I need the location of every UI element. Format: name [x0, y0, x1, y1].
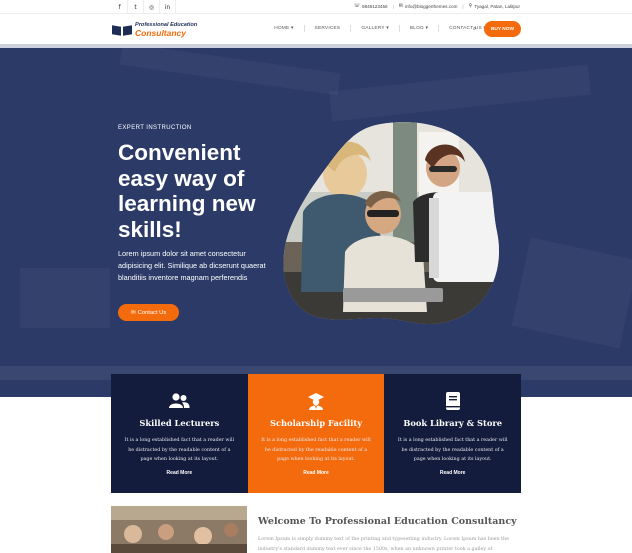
welcome-title: Welcome To Professional Education Consul…: [258, 516, 517, 527]
nav-divider: [350, 25, 352, 32]
features-row: Skilled Lecturers It is a long establish…: [111, 374, 522, 493]
read-more-link[interactable]: Read More: [248, 470, 385, 476]
feature-card-library: Book Library & Store It is a long establ…: [384, 374, 522, 493]
hero-description: Lorem ipsum dolor sit amet consectetur a…: [118, 249, 266, 282]
hero-bg-pattern: [20, 268, 110, 328]
facebook-icon[interactable]: f: [112, 0, 128, 14]
read-more-link[interactable]: Read More: [111, 470, 248, 476]
email-address[interactable]: info@bloggerthemes.com: [405, 4, 457, 9]
nav-divider: [303, 25, 305, 32]
open-book-icon: [112, 24, 132, 36]
location-pin-icon: ⚲: [468, 3, 473, 9]
site-logo[interactable]: Professional Education Consultancy: [112, 22, 197, 38]
welcome-image: [111, 506, 247, 553]
hero-photo: [283, 122, 500, 324]
nav-contact-us[interactable]: CONTACT US ▾: [449, 26, 486, 32]
logo-text: Professional Education Consultancy: [135, 22, 197, 38]
divider: |: [462, 3, 464, 9]
mail-icon: ✉: [130, 309, 136, 316]
nav-services[interactable]: SERVICES: [315, 26, 341, 32]
read-more-link[interactable]: Read More: [384, 470, 521, 476]
feature-text: It is a long established fact that a rea…: [397, 438, 508, 463]
phone-info: ☏ 9848123456: [354, 3, 388, 9]
feature-title: Book Library & Store: [403, 418, 503, 428]
book-icon: [384, 392, 521, 410]
email-info: ✉ info@bloggerthemes.com: [399, 3, 458, 9]
nav-gallery[interactable]: GALLERY ▾: [361, 26, 389, 32]
address: Tyagal, Patan, Lalitpur: [474, 3, 520, 9]
logo-line-2: Consultancy: [135, 27, 187, 38]
nav-divider: [398, 25, 400, 32]
feature-card-scholarship: Scholarship Facility It is a long establ…: [247, 374, 385, 493]
main-nav: HOME ▾ SERVICES GALLERY ▾ BLOG ▾ CONTACT…: [274, 25, 486, 32]
chat-icon: ✉: [398, 3, 403, 9]
buy-now-button[interactable]: BUY NOW: [484, 21, 521, 37]
phone-icon: ☏: [353, 3, 361, 9]
twitter-icon[interactable]: t: [128, 0, 144, 14]
hero-bg-pattern: [511, 237, 632, 349]
search-icon[interactable]: ⌕: [473, 25, 476, 33]
feature-text: It is a long established fact that a rea…: [124, 438, 235, 463]
hero-bg-pattern: [119, 48, 341, 96]
feature-title: Skilled Lecturers: [139, 418, 220, 428]
instagram-icon[interactable]: ◎: [144, 0, 160, 14]
top-bar: f t ◎ in ☏ 9848123456 | ✉ info@bloggerth…: [0, 0, 632, 14]
site-header: Professional Education Consultancy HOME …: [0, 14, 632, 44]
feature-title: Scholarship Facility: [269, 418, 363, 428]
feature-card-lecturers: Skilled Lecturers It is a long establish…: [111, 374, 248, 493]
contact-us-label: Contact Us: [137, 309, 167, 316]
address-info: ⚲ Tyagal, Patan, Lalitpur: [469, 3, 520, 9]
hero-bg-pattern: [329, 64, 591, 122]
contact-info: ☏ 9848123456 | ✉ info@bloggerthemes.com …: [354, 3, 520, 9]
phone-number: 9848123456: [362, 3, 388, 9]
social-links: f t ◎ in: [112, 0, 176, 14]
hero-eyebrow: EXPERT INSTRUCTION: [118, 125, 192, 131]
hero-title: Convenient easy way of learning new skil…: [118, 140, 256, 242]
graduate-icon: [248, 392, 385, 410]
divider: |: [392, 3, 394, 9]
nav-home[interactable]: HOME ▾: [274, 26, 293, 32]
users-icon: [111, 392, 248, 410]
nav-divider: [438, 25, 440, 32]
welcome-text: Lorem Ipsum is simply dummy text of the …: [258, 537, 509, 552]
nav-blog[interactable]: BLOG ▾: [410, 26, 428, 32]
contact-us-button[interactable]: ✉ Contact Us: [118, 304, 179, 321]
linkedin-icon[interactable]: in: [160, 0, 176, 14]
feature-text: It is a long established fact that a rea…: [261, 438, 371, 463]
